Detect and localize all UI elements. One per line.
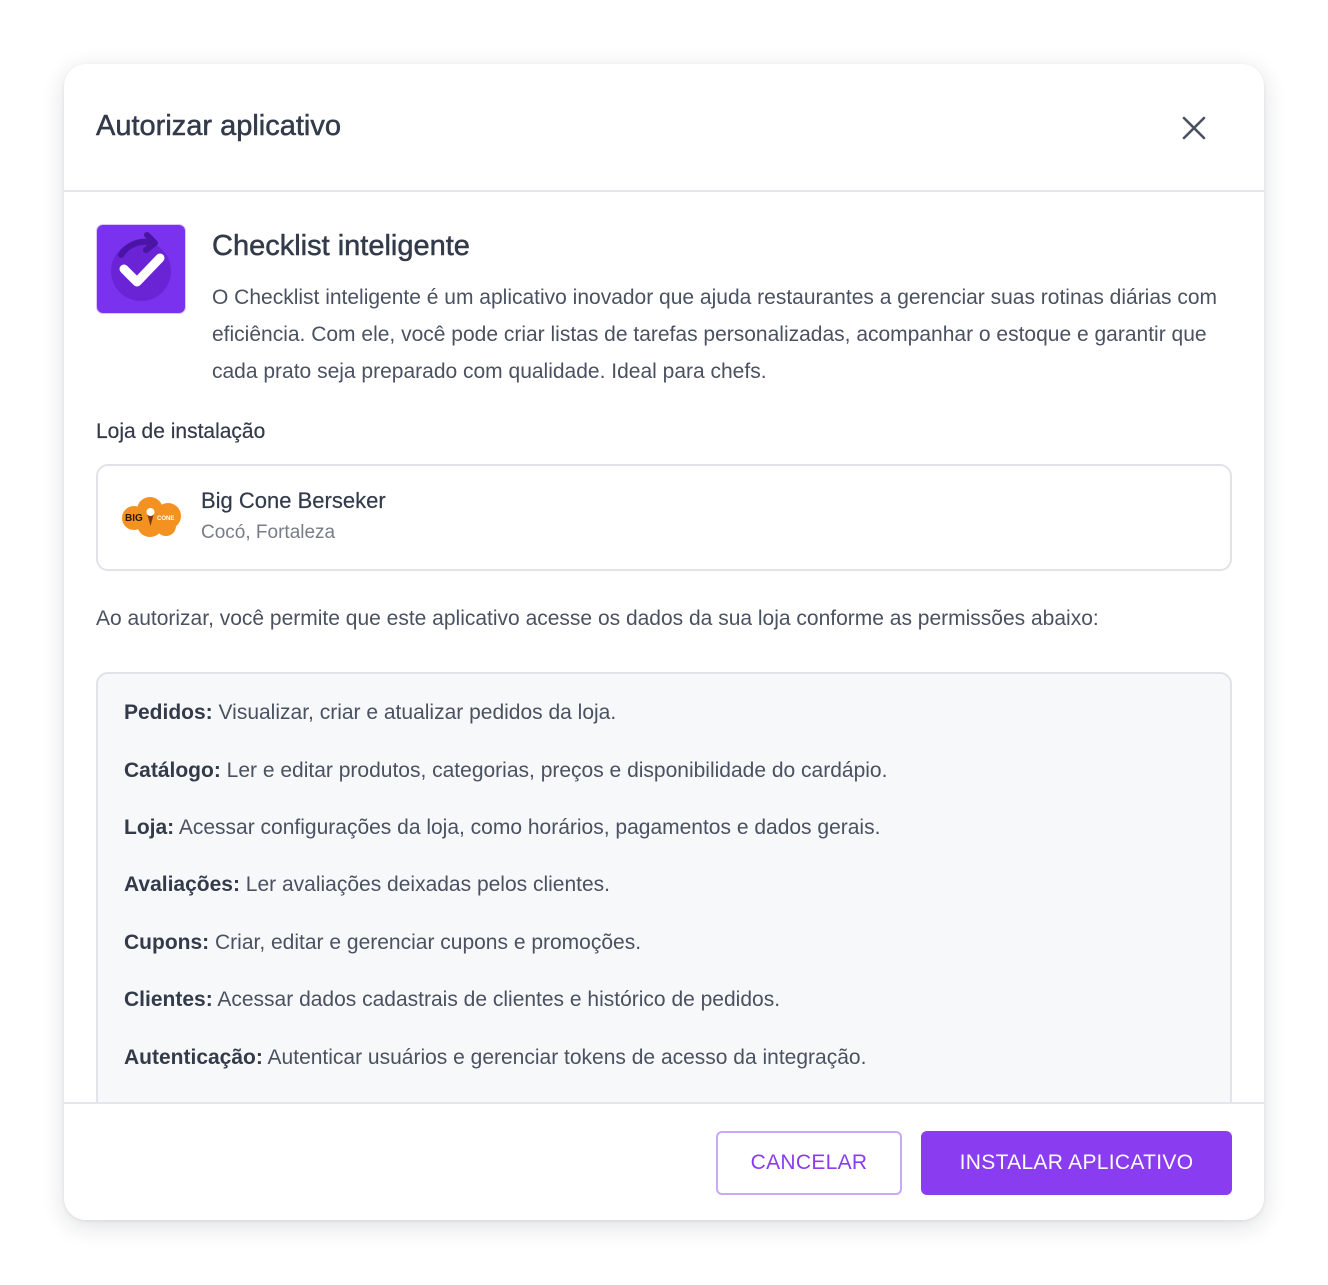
permission-item: Clientes: Acessar dados cadastrais de cl… — [124, 988, 780, 1012]
permission-item: Pedidos: Visualizar, criar e atualizar p… — [124, 701, 616, 725]
permission-item: Loja: Acessar configurações da loja, com… — [124, 816, 880, 840]
store-logo-text-right: CONE — [157, 516, 174, 522]
permission-desc: Visualizar, criar e atualizar pedidos da… — [218, 701, 617, 724]
permission-name: Clientes: — [124, 988, 213, 1011]
checklist-refresh-icon — [111, 232, 171, 301]
store-logo-text-left: BIG — [125, 513, 143, 524]
modal-title: Autorizar aplicativo — [96, 110, 342, 143]
close-icon — [1182, 116, 1206, 140]
permission-desc: Acessar dados cadastrais de clientes e h… — [217, 988, 781, 1011]
permission-name: Loja: — [124, 816, 175, 839]
cancel-button[interactable]: CANCELAR — [716, 1131, 902, 1195]
modal-header: Autorizar aplicativo — [64, 64, 1264, 192]
permission-item: Catálogo: Ler e editar produtos, categor… — [124, 759, 887, 783]
close-button[interactable] — [1174, 108, 1214, 148]
permission-name: Cupons: — [124, 931, 210, 954]
permission-desc: Ler avaliações deixadas pelos clientes. — [245, 873, 611, 896]
permission-item: Avaliações: Ler avaliações deixadas pelo… — [124, 873, 610, 897]
authorize-app-modal: Autorizar aplicativo Checklist inteligen… — [64, 64, 1264, 1220]
app-icon — [97, 225, 185, 313]
store-name: Big Cone Berseker — [201, 488, 386, 513]
app-name: Checklist inteligente — [212, 230, 470, 263]
permission-desc: Ler e editar produtos, categorias, preço… — [226, 759, 888, 782]
permission-desc: Criar, editar e gerenciar cupons e promo… — [215, 931, 642, 954]
permission-desc: Autenticar usuários e gerenciar tokens d… — [267, 1046, 867, 1069]
permission-desc: Acessar configurações da loja, como horá… — [178, 816, 881, 839]
permissions-list: Pedidos: Visualizar, criar e atualizar p… — [96, 672, 1232, 1116]
permission-item: Autenticação: Autenticar usuários e gere… — [124, 1046, 866, 1070]
permission-item: Cupons: Criar, editar e gerenciar cupons… — [124, 931, 641, 955]
modal-footer: CANCELAR INSTALAR APLICATIVO — [64, 1102, 1264, 1220]
consent-text: Ao autorizar, você permite que este apli… — [96, 607, 1099, 630]
store-card[interactable]: BIG CONE Big Cone Berseker Cocó, Fortale… — [96, 464, 1232, 571]
app-description: O Checklist inteligente é um aplicativo … — [212, 286, 1218, 383]
store-label: Loja de instalação — [96, 420, 266, 443]
permission-name: Avaliações: — [124, 873, 240, 896]
install-app-button[interactable]: INSTALAR APLICATIVO — [921, 1131, 1232, 1195]
permission-name: Pedidos: — [124, 701, 213, 724]
store-location: Cocó, Fortaleza — [201, 522, 336, 543]
store-logo: BIG CONE — [122, 497, 181, 537]
permission-name: Catálogo: — [124, 759, 221, 782]
permission-name: Autenticação: — [124, 1046, 263, 1069]
